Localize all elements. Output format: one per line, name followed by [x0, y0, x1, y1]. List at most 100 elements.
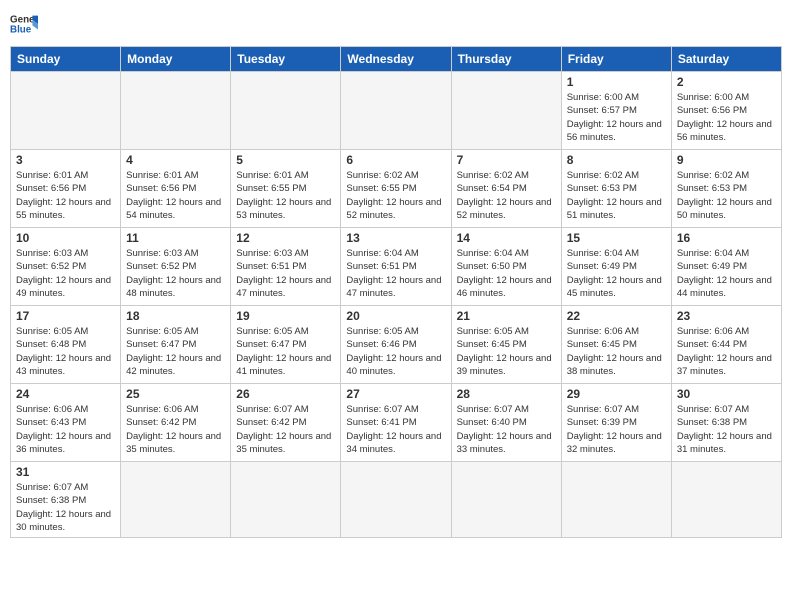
calendar-cell: 24Sunrise: 6:06 AM Sunset: 6:43 PM Dayli…	[11, 384, 121, 462]
day-number: 30	[677, 387, 776, 401]
day-number: 8	[567, 153, 666, 167]
day-info: Sunrise: 6:00 AM Sunset: 6:57 PM Dayligh…	[567, 91, 666, 144]
day-info: Sunrise: 6:04 AM Sunset: 6:49 PM Dayligh…	[567, 247, 666, 300]
calendar-cell: 5 Sunrise: 6:01 AM Sunset: 6:55 PM Daylig…	[231, 150, 341, 228]
day-number: 19	[236, 309, 335, 323]
calendar-cell: 18 Sunrise: 6:05 AM Sunset: 6:47 PM Dayli…	[121, 306, 231, 384]
day-number: 31	[16, 465, 115, 479]
calendar-cell: 9Sunrise: 6:02 AM Sunset: 6:53 PM Daylig…	[671, 150, 781, 228]
calendar-cell	[451, 72, 561, 150]
day-number: 22	[567, 309, 666, 323]
day-info: Sunrise: 6:03 AM Sunset: 6:52 PM Dayligh…	[126, 247, 225, 300]
day-info: Sunrise: 6:02 AM Sunset: 6:55 PM Dayligh…	[346, 169, 445, 222]
day-number: 23	[677, 309, 776, 323]
day-number: 13	[346, 231, 445, 245]
day-header-wednesday: Wednesday	[341, 47, 451, 72]
calendar-table: SundayMondayTuesdayWednesdayThursdayFrid…	[10, 46, 782, 538]
calendar-cell	[341, 462, 451, 538]
calendar-cell: 1 Sunrise: 6:00 AM Sunset: 6:57 PM Daylig…	[561, 72, 671, 150]
day-info: Sunrise: 6:07 AM Sunset: 6:39 PM Dayligh…	[567, 403, 666, 456]
calendar-cell	[671, 462, 781, 538]
calendar-cell: 21 Sunrise: 6:05 AM Sunset: 6:45 PM Dayli…	[451, 306, 561, 384]
calendar-cell: 27 Sunrise: 6:07 AM Sunset: 6:41 PM Dayli…	[341, 384, 451, 462]
calendar-cell: 3Sunrise: 6:01 AM Sunset: 6:56 PM Daylig…	[11, 150, 121, 228]
week-row-1: 3Sunrise: 6:01 AM Sunset: 6:56 PM Daylig…	[11, 150, 782, 228]
day-info: Sunrise: 6:06 AM Sunset: 6:44 PM Dayligh…	[677, 325, 776, 378]
calendar-cell: 19Sunrise: 6:05 AM Sunset: 6:47 PM Dayli…	[231, 306, 341, 384]
day-info: Sunrise: 6:06 AM Sunset: 6:45 PM Dayligh…	[567, 325, 666, 378]
day-info: Sunrise: 6:01 AM Sunset: 6:55 PM Dayligh…	[236, 169, 335, 222]
day-info: Sunrise: 6:02 AM Sunset: 6:53 PM Dayligh…	[677, 169, 776, 222]
day-number: 14	[457, 231, 556, 245]
logo: General Blue	[10, 10, 38, 38]
calendar-cell: 31 Sunrise: 6:07 AM Sunset: 6:38 PM Dayli…	[11, 462, 121, 538]
calendar-cell: 20Sunrise: 6:05 AM Sunset: 6:46 PM Dayli…	[341, 306, 451, 384]
week-row-3: 17 Sunrise: 6:05 AM Sunset: 6:48 PM Dayli…	[11, 306, 782, 384]
day-info: Sunrise: 6:04 AM Sunset: 6:51 PM Dayligh…	[346, 247, 445, 300]
week-row-0: 1 Sunrise: 6:00 AM Sunset: 6:57 PM Daylig…	[11, 72, 782, 150]
calendar-cell: 29Sunrise: 6:07 AM Sunset: 6:39 PM Dayli…	[561, 384, 671, 462]
svg-text:Blue: Blue	[10, 24, 32, 35]
calendar-cell: 13 Sunrise: 6:04 AM Sunset: 6:51 PM Dayli…	[341, 228, 451, 306]
day-header-tuesday: Tuesday	[231, 47, 341, 72]
week-row-2: 10 Sunrise: 6:03 AM Sunset: 6:52 PM Dayli…	[11, 228, 782, 306]
calendar-cell: 4 Sunrise: 6:01 AM Sunset: 6:56 PM Daylig…	[121, 150, 231, 228]
day-info: Sunrise: 6:05 AM Sunset: 6:45 PM Dayligh…	[457, 325, 556, 378]
day-info: Sunrise: 6:00 AM Sunset: 6:56 PM Dayligh…	[677, 91, 776, 144]
day-info: Sunrise: 6:04 AM Sunset: 6:49 PM Dayligh…	[677, 247, 776, 300]
day-info: Sunrise: 6:02 AM Sunset: 6:53 PM Dayligh…	[567, 169, 666, 222]
day-number: 25	[126, 387, 225, 401]
day-info: Sunrise: 6:07 AM Sunset: 6:40 PM Dayligh…	[457, 403, 556, 456]
calendar-cell: 26Sunrise: 6:07 AM Sunset: 6:42 PM Dayli…	[231, 384, 341, 462]
day-number: 21	[457, 309, 556, 323]
calendar-cell: 23 Sunrise: 6:06 AM Sunset: 6:44 PM Dayli…	[671, 306, 781, 384]
calendar-cell: 22 Sunrise: 6:06 AM Sunset: 6:45 PM Dayli…	[561, 306, 671, 384]
calendar-cell: 14 Sunrise: 6:04 AM Sunset: 6:50 PM Dayli…	[451, 228, 561, 306]
day-info: Sunrise: 6:07 AM Sunset: 6:38 PM Dayligh…	[16, 481, 115, 534]
calendar-cell	[231, 72, 341, 150]
day-number: 2	[677, 75, 776, 89]
day-info: Sunrise: 6:06 AM Sunset: 6:42 PM Dayligh…	[126, 403, 225, 456]
day-info: Sunrise: 6:07 AM Sunset: 6:38 PM Dayligh…	[677, 403, 776, 456]
day-number: 11	[126, 231, 225, 245]
day-number: 6	[346, 153, 445, 167]
day-number: 26	[236, 387, 335, 401]
day-number: 10	[16, 231, 115, 245]
calendar-cell: 6 Sunrise: 6:02 AM Sunset: 6:55 PM Daylig…	[341, 150, 451, 228]
day-number: 28	[457, 387, 556, 401]
day-number: 12	[236, 231, 335, 245]
week-row-4: 24Sunrise: 6:06 AM Sunset: 6:43 PM Dayli…	[11, 384, 782, 462]
calendar-cell	[341, 72, 451, 150]
day-number: 18	[126, 309, 225, 323]
calendar-cell	[11, 72, 121, 150]
day-number: 5	[236, 153, 335, 167]
calendar-cell: 17 Sunrise: 6:05 AM Sunset: 6:48 PM Dayli…	[11, 306, 121, 384]
calendar-cell	[121, 462, 231, 538]
week-row-5: 31 Sunrise: 6:07 AM Sunset: 6:38 PM Dayli…	[11, 462, 782, 538]
day-number: 1	[567, 75, 666, 89]
day-header-monday: Monday	[121, 47, 231, 72]
days-header-row: SundayMondayTuesdayWednesdayThursdayFrid…	[11, 47, 782, 72]
day-number: 27	[346, 387, 445, 401]
calendar-cell: 8 Sunrise: 6:02 AM Sunset: 6:53 PM Daylig…	[561, 150, 671, 228]
calendar-cell	[121, 72, 231, 150]
day-info: Sunrise: 6:04 AM Sunset: 6:50 PM Dayligh…	[457, 247, 556, 300]
calendar-cell: 2 Sunrise: 6:00 AM Sunset: 6:56 PM Daylig…	[671, 72, 781, 150]
calendar-cell: 15 Sunrise: 6:04 AM Sunset: 6:49 PM Dayli…	[561, 228, 671, 306]
day-number: 7	[457, 153, 556, 167]
calendar-cell	[451, 462, 561, 538]
day-info: Sunrise: 6:05 AM Sunset: 6:48 PM Dayligh…	[16, 325, 115, 378]
day-info: Sunrise: 6:03 AM Sunset: 6:52 PM Dayligh…	[16, 247, 115, 300]
day-info: Sunrise: 6:01 AM Sunset: 6:56 PM Dayligh…	[126, 169, 225, 222]
calendar-cell	[561, 462, 671, 538]
day-info: Sunrise: 6:07 AM Sunset: 6:41 PM Dayligh…	[346, 403, 445, 456]
day-header-saturday: Saturday	[671, 47, 781, 72]
calendar-page: General Blue SundayMondayTuesdayWednesda…	[0, 0, 792, 612]
calendar-cell: 7Sunrise: 6:02 AM Sunset: 6:54 PM Daylig…	[451, 150, 561, 228]
calendar-cell	[231, 462, 341, 538]
calendar-cell: 28 Sunrise: 6:07 AM Sunset: 6:40 PM Dayli…	[451, 384, 561, 462]
day-info: Sunrise: 6:05 AM Sunset: 6:47 PM Dayligh…	[126, 325, 225, 378]
day-number: 15	[567, 231, 666, 245]
day-number: 17	[16, 309, 115, 323]
day-number: 4	[126, 153, 225, 167]
